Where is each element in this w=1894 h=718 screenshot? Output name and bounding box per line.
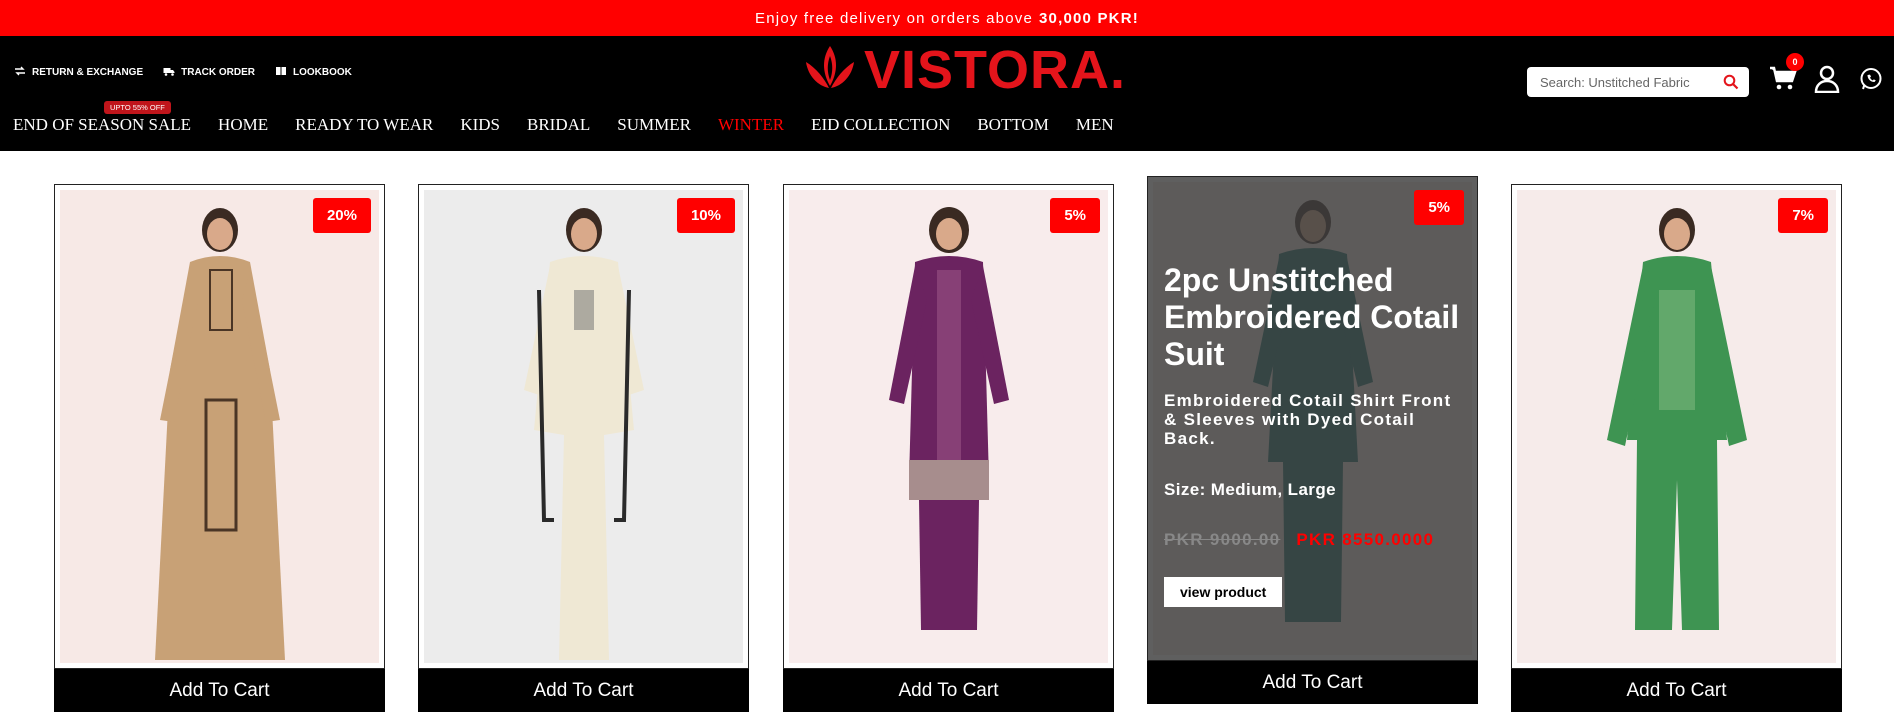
nav-item-men[interactable]: MEN — [1076, 115, 1114, 135]
product-photo — [60, 190, 379, 663]
view-product-button[interactable]: view product — [1164, 577, 1283, 607]
nav-item-bridal[interactable]: BRIDAL — [527, 115, 590, 135]
sale-badge: UPTO 55% OFF — [104, 101, 171, 114]
product-image[interactable]: 5% — [783, 184, 1114, 669]
nav-item-summer[interactable]: SUMMER — [617, 115, 691, 135]
add-to-cart-button[interactable]: Add To Cart — [783, 669, 1114, 712]
search-input[interactable] — [1540, 74, 1721, 90]
lotus-icon — [802, 42, 858, 99]
cart-count-badge: 0 — [1786, 53, 1804, 71]
old-price: PKR 9000.00 — [1164, 530, 1281, 549]
track-order-label: TRACK ORDER — [181, 67, 256, 78]
nav-item-home[interactable]: HOME — [218, 115, 268, 135]
add-to-cart-button[interactable]: Add To Cart — [54, 669, 385, 712]
book-icon — [275, 65, 287, 80]
return-exchange-label: RETURN & EXCHANGE — [32, 67, 144, 78]
nav-item-ready-to-wear[interactable]: READY TO WEAR — [295, 115, 433, 135]
user-icon — [1814, 65, 1840, 98]
search-icon[interactable] — [1721, 72, 1741, 92]
nav-item-bottom[interactable]: BOTTOM — [977, 115, 1048, 135]
product-grid: 20% Add To Cart 10% Add To Cart 5% Add T… — [0, 151, 1894, 718]
logo-text: VISTORA. — [864, 40, 1127, 100]
product-photo — [789, 190, 1108, 663]
discount-badge: 7% — [1778, 198, 1828, 233]
whatsapp-icon — [1859, 67, 1883, 96]
whatsapp-button[interactable] — [1856, 66, 1886, 96]
product-image[interactable]: 20% — [54, 184, 385, 669]
discount-badge: 10% — [676, 198, 735, 233]
product-photo — [1517, 190, 1836, 663]
add-to-cart-button[interactable]: Add To Cart — [1147, 661, 1478, 704]
discount-badge: 20% — [312, 198, 371, 233]
discount-badge: 5% — [1050, 198, 1100, 233]
product-sizes: Size: Medium, Large — [1164, 480, 1336, 499]
lookbook-link[interactable]: LOOKBOOK — [275, 65, 352, 80]
product-title: 2pc Unstitched Embroidered Cotail Suit — [1164, 262, 1460, 372]
cart-button[interactable]: 0 — [1768, 53, 1804, 96]
promo-banner: Enjoy free delivery on orders above 30,0… — [0, 0, 1894, 36]
promo-text: Enjoy free delivery on orders above — [755, 9, 1034, 27]
site-logo[interactable]: VISTORA. — [802, 40, 1125, 100]
main-nav: END OF SEASON SALE UPTO 55% OFF HOME REA… — [13, 101, 1141, 135]
product-photo — [424, 190, 743, 663]
discount-badge: 5% — [1414, 190, 1464, 225]
header-icons: 0 — [1768, 53, 1886, 98]
nav-item-eid-collection[interactable]: EID COLLECTION — [811, 115, 950, 135]
product-description: Embroidered Cotail Shirt Front & Sleeves… — [1164, 391, 1452, 448]
product-image[interactable]: 2pc Unstitched Embroidered Cotail Suit E… — [1147, 176, 1478, 661]
product-price: PKR 9000.00 PKR 8550.0000 — [1164, 530, 1462, 550]
product-image[interactable]: 7% — [1511, 184, 1842, 669]
product-card[interactable]: 20% Add To Cart — [54, 184, 385, 712]
return-exchange-link[interactable]: RETURN & EXCHANGE — [14, 65, 143, 80]
lookbook-label: LOOKBOOK — [293, 67, 352, 78]
exchange-icon — [14, 65, 26, 80]
add-to-cart-button[interactable]: Add To Cart — [1511, 669, 1842, 712]
product-image[interactable]: 10% — [418, 184, 749, 669]
nav-item-end-of-season-sale[interactable]: END OF SEASON SALE UPTO 55% OFF — [13, 101, 192, 135]
utility-links: RETURN & EXCHANGE TRACK ORDER LOOKBOOK — [14, 65, 352, 80]
product-card[interactable]: 5% Add To Cart — [783, 184, 1114, 712]
product-card[interactable]: 7% Add To Cart — [1511, 184, 1842, 712]
product-card-hover[interactable]: 2pc Unstitched Embroidered Cotail Suit E… — [1147, 176, 1478, 704]
promo-amount: 30,000 PKR! — [1039, 9, 1139, 27]
product-hover-overlay: 2pc Unstitched Embroidered Cotail Suit E… — [1148, 177, 1477, 660]
nav-label: END OF SEASON SALE — [13, 115, 192, 134]
nav-item-winter[interactable]: WINTER — [718, 115, 784, 135]
nav-item-kids[interactable]: KIDS — [460, 115, 500, 135]
search-bar — [1527, 67, 1749, 97]
product-card[interactable]: 10% Add To Cart — [418, 184, 749, 712]
sale-price: PKR 8550.0000 — [1296, 530, 1435, 549]
account-button[interactable] — [1812, 65, 1842, 98]
track-order-link[interactable]: TRACK ORDER — [163, 65, 255, 80]
site-header: RETURN & EXCHANGE TRACK ORDER LOOKBOOK V… — [0, 36, 1894, 151]
add-to-cart-button[interactable]: Add To Cart — [418, 669, 749, 712]
truck-icon — [163, 65, 175, 80]
